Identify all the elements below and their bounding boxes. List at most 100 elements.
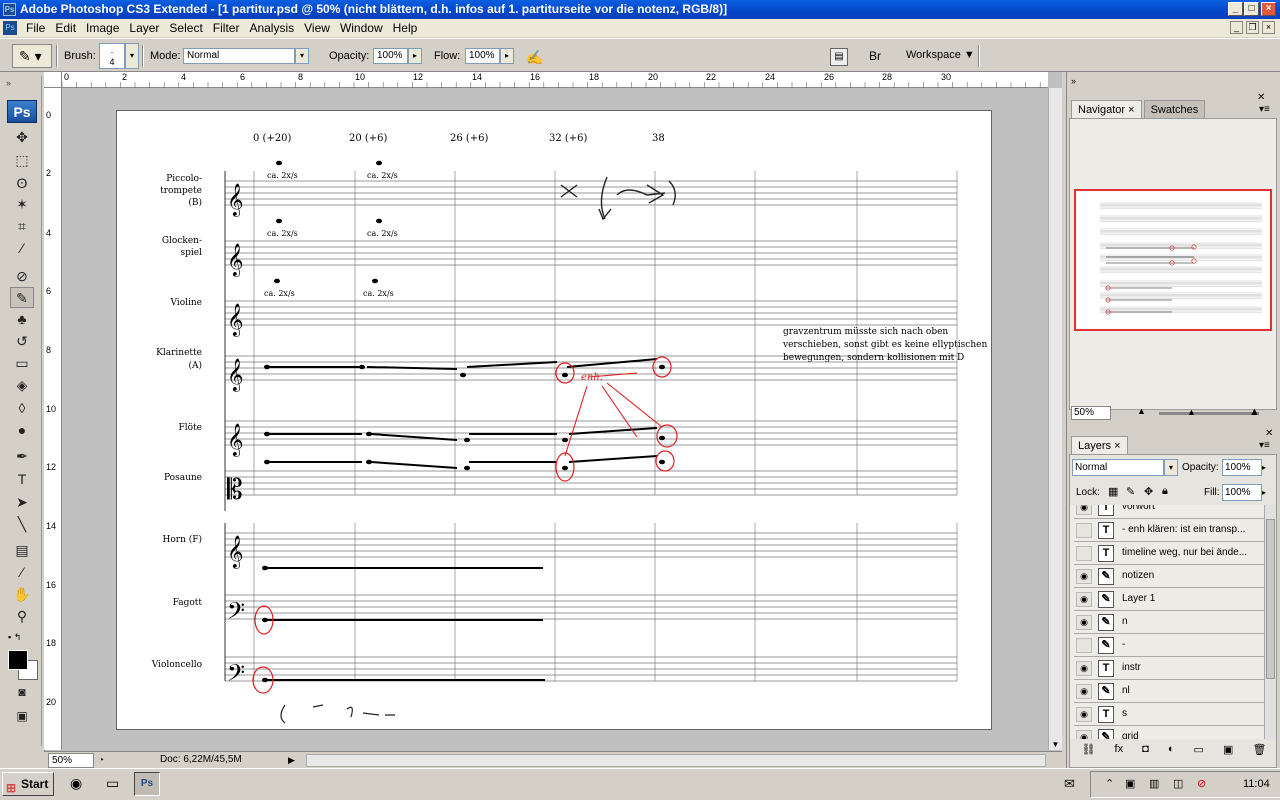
minimize-button[interactable]: _ (1228, 2, 1243, 16)
eraser-icon[interactable]: ▭ (10, 353, 34, 374)
new-layer-icon[interactable]: ▣ (1223, 743, 1233, 763)
vertical-scrollbar[interactable]: ▼ (1048, 88, 1062, 750)
zoom-in-icon[interactable]: ▲ (1249, 406, 1260, 418)
toolbox-collapse-icon[interactable]: » (6, 78, 36, 88)
vertical-ruler[interactable]: 0 2 4 6 8 10 12 14 16 18 20 (44, 88, 62, 750)
scroll-down-arrow[interactable]: ▼ (1050, 740, 1061, 749)
menu-select[interactable]: Select (167, 19, 210, 37)
palette-well-icon[interactable]: ▤ (830, 48, 848, 66)
crop-tool-icon[interactable]: ⌗ (10, 216, 34, 237)
visibility-eye-icon[interactable]: ◉ (1076, 684, 1092, 699)
brush-picker[interactable]: · 4 (99, 43, 125, 69)
blend-mode-select[interactable]: Normal (1072, 459, 1164, 476)
menu-image[interactable]: Image (84, 19, 127, 37)
screen-mode-icon[interactable]: ▣ (10, 706, 34, 727)
status-menu-arrow[interactable]: ▶ (288, 753, 300, 767)
layers-scroll-thumb[interactable] (1266, 519, 1275, 679)
zoom-field[interactable]: 50% (48, 753, 94, 768)
layer-mask-icon[interactable]: ◘ (1142, 743, 1149, 763)
visibility-eye-icon[interactable]: ◉ (1076, 569, 1092, 584)
document-icon[interactable]: Ps (3, 21, 17, 35)
navigator-zoom-field[interactable]: 50% (1071, 406, 1111, 420)
lock-transparent-icon[interactable]: ▦ (1108, 485, 1118, 498)
menu-view[interactable]: View (302, 19, 338, 37)
layer-row[interactable]: ◉ ✎ grid (1074, 727, 1264, 739)
history-brush-icon[interactable]: ↺ (10, 331, 34, 352)
paint-bucket-icon[interactable]: ◈ (10, 375, 34, 396)
layers-scrollbar[interactable] (1264, 505, 1276, 739)
quicklaunch-icon[interactable]: ✉ (1064, 776, 1075, 792)
horizontal-scrollbar[interactable] (306, 754, 1046, 767)
layer-row[interactable]: ◉ ✎ n (1074, 612, 1264, 634)
visibility-eye-icon[interactable] (1076, 638, 1092, 653)
lock-image-icon[interactable]: ✎ (1126, 485, 1135, 498)
mode-dropdown-arrow[interactable]: ▾ (295, 48, 309, 64)
menu-help[interactable]: Help (391, 19, 426, 37)
doc-minimize-button[interactable]: _ (1230, 21, 1243, 34)
default-colors-icon[interactable]: ▪ ↰ (8, 632, 21, 643)
tab-swatches[interactable]: Swatches (1143, 100, 1206, 118)
document-canvas[interactable]: 0 (+20) 20 (+6) 26 (+6) 32 (+6) 38 Picco… (116, 110, 992, 730)
tray-device-icon[interactable]: ▥ (1149, 772, 1159, 797)
layer-row[interactable]: ◉ Tvorwort (1074, 505, 1264, 519)
visibility-eye-icon[interactable]: ◉ (1076, 707, 1092, 722)
visibility-eye-icon[interactable] (1076, 546, 1092, 561)
menu-file[interactable]: File (24, 19, 53, 37)
horizontal-ruler[interactable]: 0 2 4 6 8 10 12 14 16 18 20 22 24 26 28 … (62, 72, 1048, 88)
healing-brush-icon[interactable]: ⊘ (10, 266, 34, 287)
close-button[interactable]: × (1261, 2, 1276, 16)
layer-row[interactable]: ◉ Ts (1074, 704, 1264, 726)
lock-position-icon[interactable]: ✥ (1144, 485, 1153, 498)
ruler-origin[interactable] (44, 72, 62, 88)
opacity-slider-arrow[interactable]: ▸ (408, 48, 422, 64)
layer-row[interactable]: ◉ Tinstr (1074, 658, 1264, 680)
pen-tool-icon[interactable]: ✒ (10, 446, 34, 467)
layer-row[interactable]: Ttimeline weg, nur bei ände... (1074, 543, 1264, 565)
navigator-menu-icon[interactable]: ▾≡ (1259, 104, 1270, 115)
clone-stamp-icon[interactable]: ♣ (10, 309, 34, 330)
tray-network-icon[interactable]: ▣ (1125, 772, 1135, 797)
tool-preset-picker[interactable]: ✎ ▾ (12, 44, 52, 68)
eyedropper-icon[interactable]: ⁄ (10, 238, 34, 259)
tray-security-icon[interactable]: ⊘ (1197, 772, 1206, 797)
menu-edit[interactable]: Edit (53, 19, 84, 37)
layer-opacity-arrow[interactable]: ▸ (1262, 459, 1274, 476)
photoshop-taskbar-button[interactable]: Ps (134, 772, 160, 796)
tab-navigator[interactable]: Navigator × (1071, 100, 1142, 118)
fill-input[interactable]: 100% (1222, 484, 1262, 501)
doc-close-button[interactable]: × (1262, 21, 1275, 34)
eyedropper-2-icon[interactable]: ⁄ (10, 562, 34, 583)
visibility-eye-icon[interactable]: ◉ (1076, 730, 1092, 739)
panel-close-icon[interactable]: ✕ (1257, 92, 1265, 103)
zoom-slider-thumb[interactable]: ▲ (1187, 407, 1196, 417)
flow-slider-arrow[interactable]: ▸ (500, 48, 514, 64)
link-layers-icon[interactable]: ⛓ (1082, 743, 1096, 763)
delete-layer-icon[interactable]: 🗑︎ (1252, 743, 1266, 763)
dodge-tool-icon[interactable]: ● (10, 420, 34, 441)
zoom-tool-icon[interactable]: ⚲ (10, 606, 34, 627)
menu-layer[interactable]: Layer (127, 19, 167, 37)
tray-volume-icon[interactable]: ◫ (1173, 772, 1183, 797)
line-tool-icon[interactable]: ╲ (10, 514, 34, 535)
bridge-icon[interactable]: Br (862, 46, 888, 66)
doc-restore-button[interactable]: ❐ (1246, 21, 1259, 34)
marquee-tool-icon[interactable]: ⬚ (10, 150, 34, 171)
quick-mask-icon[interactable]: ◙ (10, 682, 34, 703)
maximize-button[interactable]: □ (1244, 2, 1259, 16)
brush-tool-icon[interactable]: ✎ (10, 287, 34, 308)
layers-menu-icon[interactable]: ▾≡ (1259, 440, 1270, 451)
layer-row[interactable]: T - enh klären: ist ein transp... (1074, 520, 1264, 542)
opacity-input[interactable]: 100% (373, 48, 408, 64)
layer-row[interactable]: ◉ ✎ notizen (1074, 566, 1264, 588)
visibility-eye-icon[interactable]: ◉ (1076, 661, 1092, 676)
notes-tool-icon[interactable]: ▤ (10, 540, 34, 561)
menu-filter[interactable]: Filter (211, 19, 248, 37)
layer-row[interactable]: ◉ ✎ nl (1074, 681, 1264, 703)
adjustment-layer-icon[interactable]: ◐ (1168, 743, 1175, 763)
foreground-color-swatch[interactable] (8, 650, 28, 670)
brush-picker-arrow[interactable]: ▾ (125, 43, 139, 69)
zoom-out-icon[interactable]: ▲ (1137, 406, 1146, 416)
firefox-icon[interactable]: ◉ (70, 775, 82, 792)
start-button[interactable]: ⊞ Start (2, 772, 54, 796)
visibility-eye-icon[interactable]: ◉ (1076, 615, 1092, 630)
